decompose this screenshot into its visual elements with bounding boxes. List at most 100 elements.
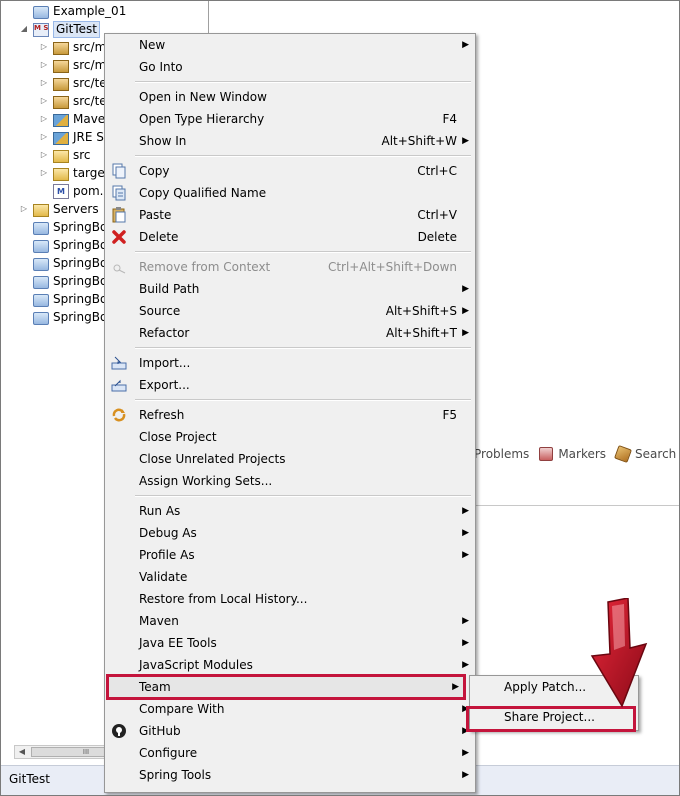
menu-shortcut: F4 (442, 112, 457, 126)
menu-item-label: Configure (139, 746, 198, 760)
menu-item-debug-as[interactable]: Debug As ▶ (107, 522, 473, 544)
tree-item[interactable]: SpringBo (33, 236, 107, 254)
menu-separator (135, 81, 471, 83)
menu-item-profile-as[interactable]: Profile As ▶ (107, 544, 473, 566)
menu-item-open-type-hierarchy[interactable]: Open Type Hierarchy F4 (107, 108, 473, 130)
import-icon (111, 355, 127, 371)
menu-item-javascript-modules[interactable]: JavaScript Modules ▶ (107, 654, 473, 676)
tree-item[interactable]: SpringBo (33, 254, 107, 272)
submenu-arrow-icon: ▶ (462, 284, 469, 294)
tree-item[interactable]: M pom.x (53, 182, 111, 200)
menu-item-source[interactable]: Source Alt+Shift+S ▶ (107, 300, 473, 322)
package-icon (53, 59, 69, 73)
package-icon (53, 41, 69, 55)
menu-item-label: Open Type Hierarchy (139, 112, 265, 126)
tree-item[interactable]: ▷ src/te (39, 74, 107, 92)
menu-item-refresh[interactable]: Refresh F5 (107, 404, 473, 426)
menu-item-maven[interactable]: Maven ▶ (107, 610, 473, 632)
menu-item-go-into[interactable]: Go Into (107, 56, 473, 78)
scroll-left-icon[interactable]: ◀ (15, 746, 29, 758)
menu-item-close-unrelated-projects[interactable]: Close Unrelated Projects (107, 448, 473, 470)
menu-item-close-project[interactable]: Close Project (107, 426, 473, 448)
menu-item-copy[interactable]: Copy Ctrl+C (107, 160, 473, 182)
collapsed-twisty-icon[interactable]: ▷ (19, 204, 29, 214)
menu-item-build-path[interactable]: Build Path ▶ (107, 278, 473, 300)
menu-shortcut: Alt+Shift+T (386, 326, 457, 340)
submenu-arrow-icon: ▶ (462, 136, 469, 146)
menu-item-open-in-new-window[interactable]: Open in New Window (107, 86, 473, 108)
collapsed-twisty-icon[interactable]: ▷ (39, 168, 49, 178)
folder-icon (53, 167, 69, 181)
menu-item-label: Copy (139, 164, 170, 178)
tree-item-label: Servers (53, 202, 99, 216)
tree-item-example01[interactable]: Example_01 (33, 2, 126, 20)
folder-icon (33, 239, 49, 253)
menu-item-github[interactable]: GitHub ▶ (107, 720, 473, 742)
menu-item-label: Profile As (139, 548, 195, 562)
menu-item-export[interactable]: Export... (107, 374, 473, 396)
menu-shortcut: F5 (442, 408, 457, 422)
menu-item-refactor[interactable]: Refactor Alt+Shift+T ▶ (107, 322, 473, 344)
menu-item-copy-qualified-name[interactable]: Copy Qualified Name (107, 182, 473, 204)
collapsed-twisty-icon[interactable]: ▷ (39, 42, 49, 52)
tree-item[interactable]: ▷ src/m (39, 38, 106, 56)
package-icon (53, 95, 69, 109)
expand-twisty-icon[interactable]: ◢ (19, 24, 29, 34)
menu-item-run-as[interactable]: Run As ▶ (107, 500, 473, 522)
menu-item-spring-tools[interactable]: Spring Tools ▶ (107, 764, 473, 786)
tab-search[interactable]: Search (614, 445, 676, 463)
refresh-icon (111, 407, 127, 423)
tree-item-label: SpringBo (53, 292, 108, 306)
menu-item-paste[interactable]: Paste Ctrl+V (107, 204, 473, 226)
menu-item-new[interactable]: New ▶ (107, 34, 473, 56)
submenu-arrow-icon: ▶ (462, 328, 469, 338)
menu-shortcut: Alt+Shift+W (381, 134, 458, 148)
tree-item[interactable]: ▷ src/m (39, 56, 106, 74)
menu-separator (135, 347, 471, 349)
menu-item-label: Debug As (139, 526, 197, 540)
tree-item-servers[interactable]: ▷ Servers (19, 200, 99, 218)
tree-item[interactable]: ▷ src (39, 146, 91, 164)
menu-item-team[interactable]: Team ▶ (106, 674, 466, 700)
menu-item-compare-with[interactable]: Compare With ▶ (107, 698, 473, 720)
menu-item-label: Close Unrelated Projects (139, 452, 286, 466)
tree-item-gittest[interactable]: ◢ M S GitTest (19, 20, 100, 38)
menu-item-delete[interactable]: Delete Delete (107, 226, 473, 248)
menu-item-remove-from-context[interactable]: Remove from Context Ctrl+Alt+Shift+Down (107, 256, 473, 278)
menu-item-show-in[interactable]: Show In Alt+Shift+W ▶ (107, 130, 473, 152)
collapsed-twisty-icon[interactable]: ▷ (39, 60, 49, 70)
collapsed-twisty-icon[interactable]: ▷ (39, 132, 49, 142)
submenu-item-apply-patch[interactable]: Apply Patch... (504, 676, 586, 698)
menu-shortcut: Ctrl+V (417, 208, 457, 222)
collapsed-twisty-icon[interactable]: ▷ (39, 78, 49, 88)
menu-item-restore-local-history[interactable]: Restore from Local History... (107, 588, 473, 610)
folder-icon (33, 221, 49, 235)
menu-item-label: Validate (139, 570, 188, 584)
collapsed-twisty-icon[interactable]: ▷ (39, 114, 49, 124)
menu-item-label: Java EE Tools (139, 636, 217, 650)
tree-item-label: SpringBo (53, 238, 108, 252)
tree-item[interactable]: ▷ target (39, 164, 110, 182)
views-divider (474, 505, 680, 506)
menu-item-label: Export... (139, 378, 190, 392)
tree-item[interactable]: ▷ src/te (39, 92, 107, 110)
context-menu: New ▶ Go Into Open in New Window Open Ty… (104, 33, 476, 793)
menu-item-java-ee-tools[interactable]: Java EE Tools ▶ (107, 632, 473, 654)
menu-separator (135, 399, 471, 401)
collapsed-twisty-icon[interactable]: ▷ (39, 150, 49, 160)
menu-item-configure[interactable]: Configure ▶ (107, 742, 473, 764)
tab-problems[interactable]: Problems (474, 447, 529, 461)
collapsed-twisty-icon[interactable]: ▷ (39, 96, 49, 106)
tree-item[interactable]: SpringBo (33, 218, 107, 236)
menu-item-validate[interactable]: Validate (107, 566, 473, 588)
tree-item-label: GitTest (53, 20, 100, 38)
menu-separator (135, 495, 471, 497)
tree-item[interactable]: SpringBo (33, 308, 107, 326)
menu-item-assign-working-sets[interactable]: Assign Working Sets... (107, 470, 473, 492)
menu-item-import[interactable]: Import... (107, 352, 473, 374)
tree-item[interactable]: ▷ Mave (39, 110, 105, 128)
tree-item[interactable]: SpringBo (33, 290, 107, 308)
tree-item[interactable]: ▷ JRE Sy (39, 128, 111, 146)
tab-markers[interactable]: Markers (539, 447, 606, 461)
tree-item[interactable]: SpringBo (33, 272, 107, 290)
